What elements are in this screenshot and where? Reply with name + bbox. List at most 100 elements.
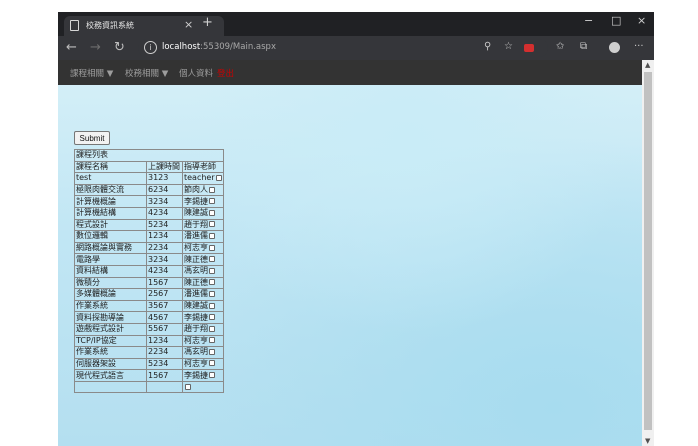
select-checkbox[interactable]	[209, 348, 215, 355]
browser-window: 校務資訊系統 × + − □ × ← → ↻ i localhost:55309…	[58, 12, 654, 446]
scroll-down-icon[interactable]: ▼	[645, 437, 650, 445]
select-checkbox[interactable]	[209, 244, 215, 251]
browser-tab[interactable]: 校務資訊系統 ×	[64, 16, 224, 36]
teacher-text: 李錫捷	[184, 312, 208, 322]
teacher-cell: 馮玄明	[182, 264, 224, 278]
teacher-cell: 柯志亨	[182, 357, 224, 371]
table-row	[74, 380, 224, 394]
course-time-cell: 5234	[146, 218, 183, 232]
select-checkbox[interactable]	[185, 383, 191, 390]
course-name-cell: 極限肉體交流	[74, 183, 147, 197]
select-checkbox[interactable]	[209, 302, 215, 309]
course-time-text: 5567	[148, 324, 169, 334]
select-checkbox[interactable]	[209, 256, 215, 263]
page-icon	[70, 20, 79, 31]
select-checkbox[interactable]	[209, 325, 215, 332]
select-checkbox[interactable]	[215, 174, 222, 181]
teacher-text: 陳建誠	[184, 301, 208, 311]
teacher-cell: 柯志亨	[182, 334, 224, 348]
address-bar: ← → ↻ i localhost:55309/Main.aspx ⚲ ☆ ✩ …	[58, 36, 654, 60]
forward-icon[interactable]: →	[90, 40, 101, 55]
nav-course-menu[interactable]: 課程相關 ▼	[70, 67, 113, 79]
teacher-text: 柯志亨	[184, 335, 208, 345]
refresh-icon[interactable]: ↻	[114, 40, 125, 55]
maximize-button[interactable]: □	[611, 14, 621, 27]
teacher-text: 馮玄明	[184, 266, 208, 276]
course-time-text: 2234	[148, 347, 169, 357]
nav-profile-link[interactable]: 個人資料	[179, 67, 213, 79]
url-text: localhost:55309/Main.aspx	[162, 42, 276, 52]
course-time-text: 2234	[148, 243, 169, 253]
select-checkbox[interactable]	[209, 279, 215, 286]
course-time-text: 4567	[148, 312, 169, 322]
minimize-button[interactable]: −	[584, 14, 593, 27]
nav-logout-link[interactable]: 登出	[217, 67, 234, 79]
select-checkbox[interactable]	[209, 198, 215, 205]
favorites-icon[interactable]: ✩	[556, 41, 564, 52]
url-host: localhost	[162, 42, 201, 52]
course-name-text: 計算機概論	[76, 196, 116, 206]
close-window-button[interactable]: ×	[637, 14, 646, 27]
table-row: 現代程式語言 1567 李錫捷	[74, 369, 224, 382]
profile-icon[interactable]	[609, 42, 620, 53]
new-tab-button[interactable]: +	[202, 15, 213, 30]
course-time-cell: 1234	[146, 334, 183, 348]
table-row: 極限肉體交流 6234 節肉人	[74, 183, 224, 197]
course-time-text: 1567	[148, 370, 169, 380]
course-time-cell: 2567	[146, 288, 183, 301]
teacher-cell: 節肉人	[182, 183, 224, 197]
course-name-text: TCP/IP協定	[76, 335, 117, 345]
course-time-cell	[146, 380, 183, 394]
nav-school-menu[interactable]: 校務相關 ▼	[125, 67, 168, 79]
course-table: 課程列表 課程名稱 上課時間 指導老師 test 3123 teacher 極限肉體交…	[74, 149, 224, 394]
table-row: 資料結構 4234 馮玄明	[74, 264, 224, 278]
course-name-cell: 作業系統	[74, 299, 147, 313]
more-icon[interactable]: ···	[634, 41, 644, 52]
course-time-cell: 3234	[146, 253, 183, 266]
select-checkbox[interactable]	[209, 337, 215, 344]
teacher-text: 柯志亨	[184, 243, 208, 253]
select-checkbox[interactable]	[209, 290, 215, 297]
course-time-text: 3123	[148, 173, 169, 183]
select-checkbox[interactable]	[209, 314, 215, 321]
table-row: test 3123 teacher	[74, 172, 224, 185]
course-name-text: 微積分	[76, 277, 100, 287]
course-name-cell: 網路概論與實務	[74, 241, 147, 255]
vertical-scrollbar[interactable]: ▲ ▼	[642, 60, 654, 446]
table-row: 計算機概論 3234 李錫捷	[74, 195, 224, 208]
course-name-cell: 伺服器架設	[74, 357, 147, 371]
select-checkbox[interactable]	[209, 209, 215, 216]
course-time-text: 5234	[148, 219, 169, 229]
course-time-text: 3567	[148, 301, 169, 311]
collections-icon[interactable]: ⧉	[580, 41, 587, 52]
course-name-text: 遊戲程式設計	[76, 324, 124, 334]
select-checkbox[interactable]	[209, 186, 215, 193]
adblock-icon[interactable]	[524, 44, 534, 52]
scroll-up-icon[interactable]: ▲	[645, 61, 650, 69]
select-checkbox[interactable]	[209, 221, 215, 228]
course-time-text: 5234	[148, 358, 169, 368]
column-header-time: 上課時間	[146, 160, 183, 174]
course-time-cell: 6234	[146, 183, 183, 197]
course-time-cell: 4567	[146, 311, 183, 324]
select-checkbox[interactable]	[209, 372, 215, 379]
scroll-thumb[interactable]	[644, 72, 652, 430]
submit-button[interactable]: Submit	[74, 131, 110, 145]
teacher-cell: 李錫捷	[182, 311, 224, 324]
star-icon[interactable]: ☆	[504, 41, 513, 52]
select-checkbox[interactable]	[209, 360, 215, 367]
table-row: 伺服器架設 5234 柯志亨	[74, 357, 224, 371]
search-icon[interactable]: ⚲	[484, 41, 491, 52]
info-icon[interactable]: i	[144, 41, 157, 54]
teacher-cell: 趙于翔	[182, 322, 224, 336]
course-name-text: 計算機結構	[76, 208, 116, 218]
back-icon[interactable]: ←	[66, 40, 77, 55]
course-time-cell: 1234	[146, 230, 183, 243]
teacher-cell: 陳建誠	[182, 206, 224, 220]
select-checkbox[interactable]	[209, 267, 215, 274]
course-time-text: 3234	[148, 254, 169, 264]
select-checkbox[interactable]	[209, 232, 215, 239]
teacher-cell: 李錫捷	[182, 195, 224, 208]
tab-close-icon[interactable]: ×	[184, 18, 193, 31]
course-name-cell: 現代程式語言	[74, 369, 147, 382]
